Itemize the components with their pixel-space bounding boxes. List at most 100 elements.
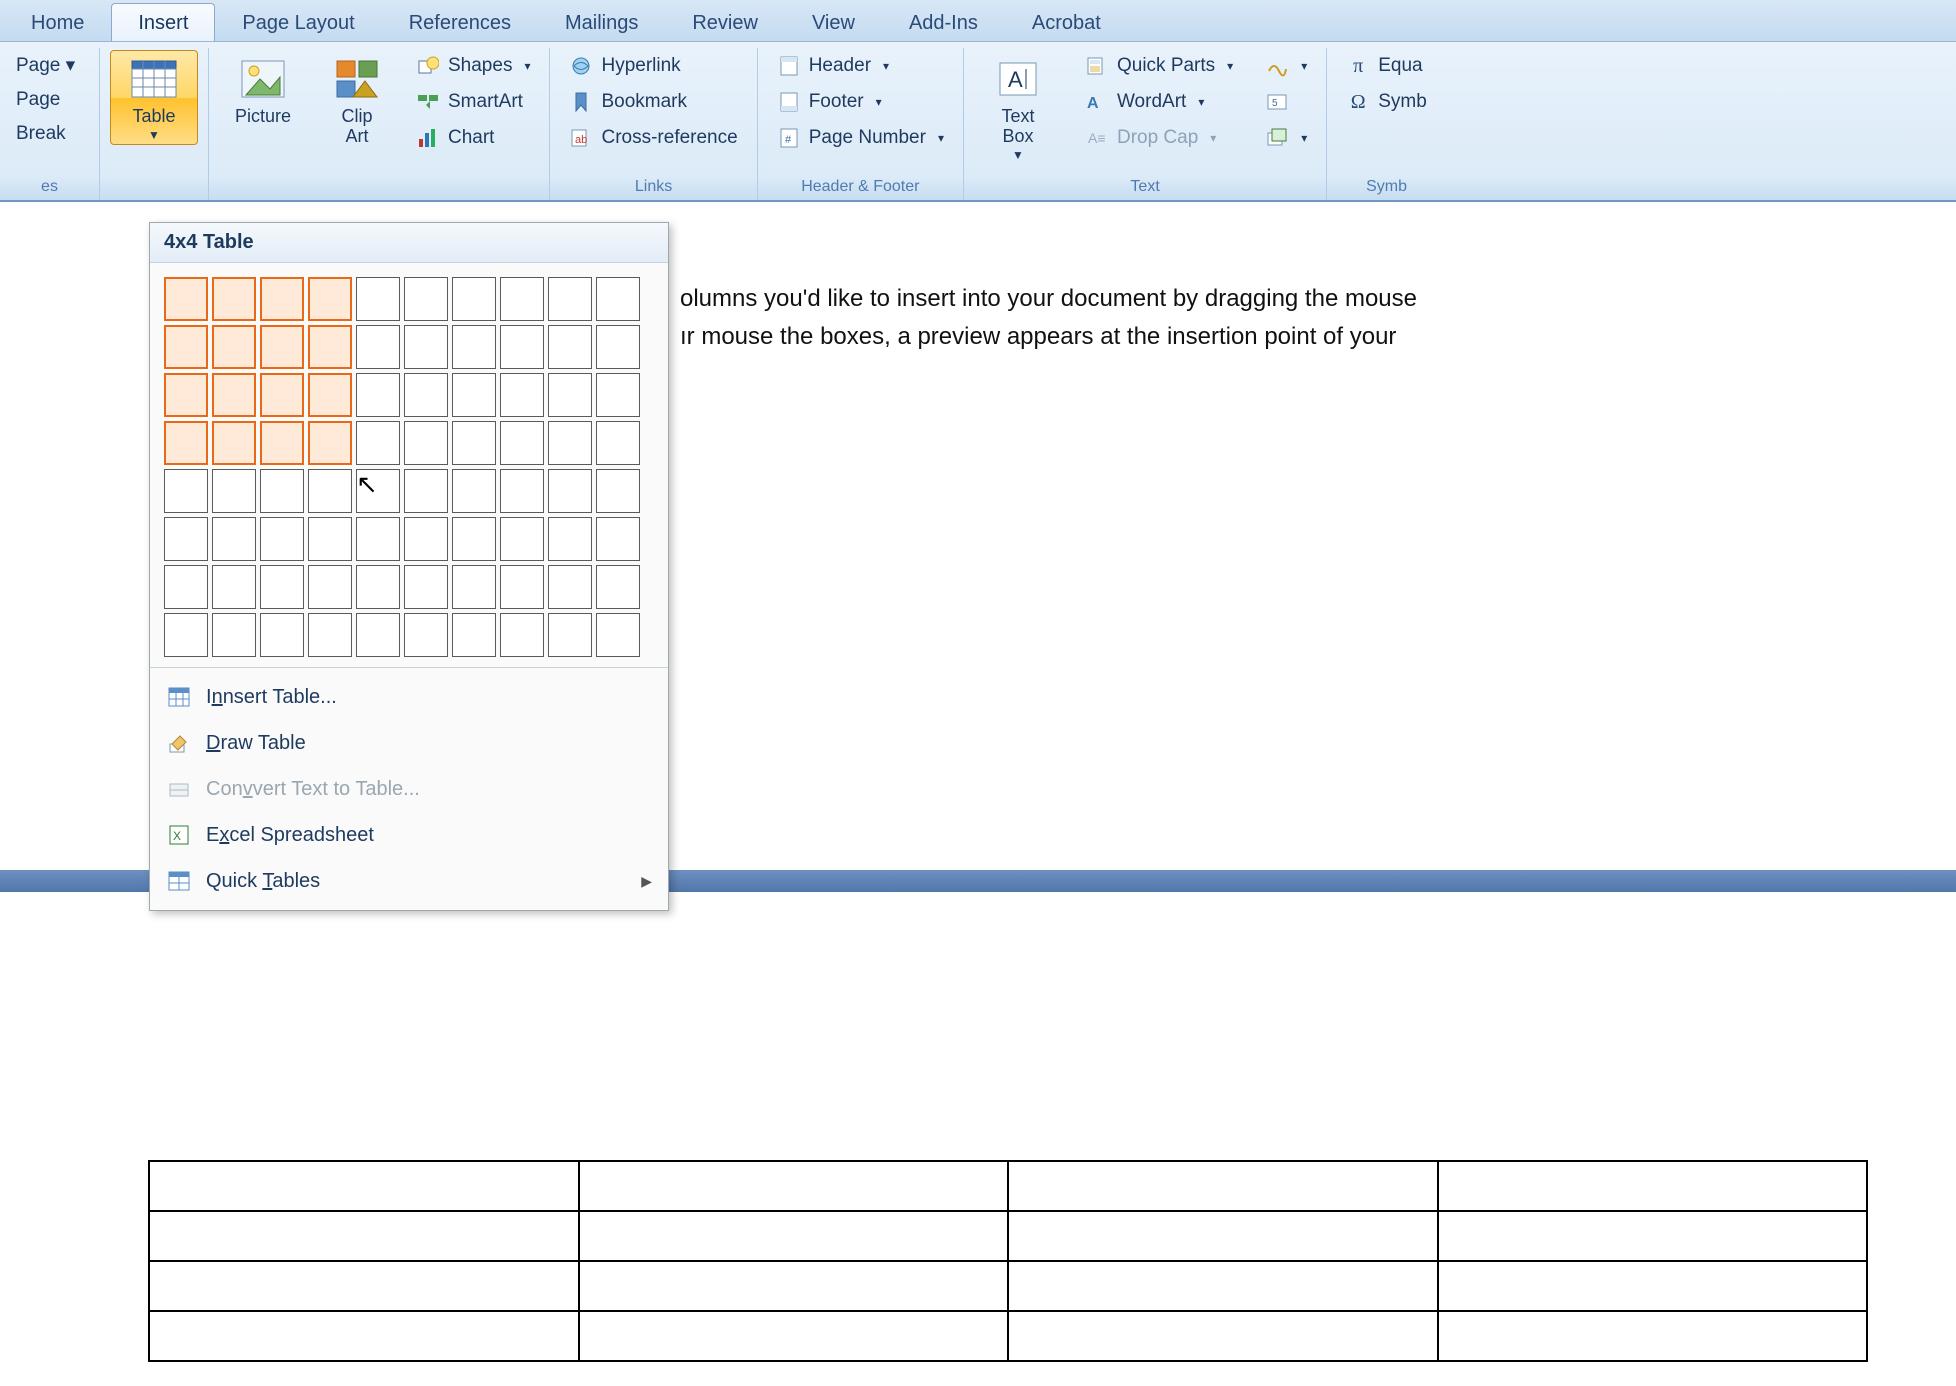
grid-cell[interactable] [596, 277, 640, 321]
grid-cell[interactable] [548, 421, 592, 465]
tab-view[interactable]: View [785, 3, 882, 41]
tab-review[interactable]: Review [665, 3, 785, 41]
preview-cell[interactable] [1438, 1211, 1868, 1261]
footer-button[interactable]: Footer▾ [768, 86, 953, 118]
shapes-button[interactable]: Shapes▾ [407, 50, 539, 82]
grid-cell[interactable] [548, 613, 592, 657]
grid-cell[interactable] [308, 373, 352, 417]
grid-cell[interactable] [212, 421, 256, 465]
preview-cell[interactable] [1008, 1211, 1438, 1261]
preview-cell[interactable] [579, 1261, 1009, 1311]
grid-cell[interactable] [308, 613, 352, 657]
grid-cell[interactable] [212, 469, 256, 513]
tab-home[interactable]: Home [4, 3, 111, 41]
grid-cell[interactable] [452, 613, 496, 657]
preview-cell[interactable] [1008, 1161, 1438, 1211]
header-button[interactable]: Header▾ [768, 50, 953, 82]
grid-cell[interactable] [308, 517, 352, 561]
grid-cell[interactable] [500, 517, 544, 561]
preview-cell[interactable] [1438, 1261, 1868, 1311]
grid-cell[interactable] [356, 373, 400, 417]
grid-cell[interactable] [308, 277, 352, 321]
preview-cell[interactable] [1438, 1161, 1868, 1211]
grid-cell[interactable] [500, 565, 544, 609]
grid-cell[interactable] [260, 373, 304, 417]
grid-cell[interactable] [356, 517, 400, 561]
wordart-button[interactable]: A WordArt▾ [1076, 86, 1242, 118]
grid-cell[interactable] [596, 469, 640, 513]
grid-cell[interactable] [260, 277, 304, 321]
preview-cell[interactable] [1008, 1311, 1438, 1361]
grid-cell[interactable] [308, 421, 352, 465]
grid-cell[interactable] [212, 565, 256, 609]
excel-spreadsheet-menu-item[interactable]: X Excel Spreadsheet [150, 812, 668, 858]
grid-cell[interactable] [356, 277, 400, 321]
insert-table-menu-item[interactable]: Innsert Table... [150, 674, 668, 720]
grid-cell[interactable] [356, 613, 400, 657]
crossref-button[interactable]: ab Cross-reference [560, 122, 746, 154]
grid-cell[interactable] [548, 517, 592, 561]
grid-cell[interactable] [356, 469, 400, 513]
grid-cell[interactable] [164, 613, 208, 657]
hyperlink-button[interactable]: Hyperlink [560, 50, 746, 82]
textbox-button[interactable]: A Text Box▼ [974, 50, 1062, 165]
grid-cell[interactable] [500, 277, 544, 321]
table-button[interactable]: Table ▼ [110, 50, 198, 145]
preview-cell[interactable] [1008, 1261, 1438, 1311]
grid-cell[interactable] [596, 421, 640, 465]
document-preview-table[interactable] [148, 1160, 1868, 1362]
tab-page-layout[interactable]: Page Layout [215, 3, 381, 41]
grid-cell[interactable] [596, 373, 640, 417]
page-break-button[interactable]: Break [10, 119, 89, 149]
grid-cell[interactable] [356, 565, 400, 609]
grid-cell[interactable] [452, 565, 496, 609]
preview-cell[interactable] [149, 1161, 579, 1211]
quickparts-button[interactable]: Quick Parts▾ [1076, 50, 1242, 82]
grid-cell[interactable] [212, 277, 256, 321]
preview-cell[interactable] [1438, 1311, 1868, 1361]
picture-button[interactable]: Picture [219, 50, 307, 130]
preview-cell[interactable] [579, 1161, 1009, 1211]
grid-cell[interactable] [596, 325, 640, 369]
grid-cell[interactable] [164, 517, 208, 561]
grid-cell[interactable] [308, 469, 352, 513]
grid-cell[interactable] [548, 325, 592, 369]
grid-cell[interactable] [356, 421, 400, 465]
preview-cell[interactable] [149, 1311, 579, 1361]
tab-acrobat[interactable]: Acrobat [1005, 3, 1128, 41]
chart-button[interactable]: Chart [407, 122, 539, 154]
bookmark-button[interactable]: Bookmark [560, 86, 746, 118]
grid-cell[interactable] [164, 469, 208, 513]
grid-cell[interactable] [452, 325, 496, 369]
grid-cell[interactable] [596, 517, 640, 561]
grid-cell[interactable] [260, 517, 304, 561]
grid-cell[interactable] [548, 565, 592, 609]
grid-cell[interactable] [452, 277, 496, 321]
grid-cell[interactable] [404, 373, 448, 417]
tab-addins[interactable]: Add-Ins [882, 3, 1005, 41]
grid-cell[interactable] [500, 613, 544, 657]
grid-cell[interactable] [404, 277, 448, 321]
grid-cell[interactable] [404, 469, 448, 513]
grid-cell[interactable] [548, 277, 592, 321]
preview-cell[interactable] [149, 1211, 579, 1261]
date-time-button[interactable]: 5 [1256, 86, 1316, 118]
tab-insert[interactable]: Insert [111, 3, 215, 41]
grid-cell[interactable] [404, 517, 448, 561]
grid-cell[interactable] [164, 373, 208, 417]
equation-button[interactable]: π Equa [1337, 50, 1436, 82]
grid-cell[interactable] [596, 613, 640, 657]
symbol-button[interactable]: Ω Symb [1337, 86, 1436, 118]
grid-cell[interactable] [308, 565, 352, 609]
preview-cell[interactable] [149, 1261, 579, 1311]
grid-cell[interactable] [500, 373, 544, 417]
grid-cell[interactable] [500, 421, 544, 465]
grid-cell[interactable] [452, 421, 496, 465]
cover-page-button[interactable]: Page ▾ [10, 50, 89, 81]
page-number-button[interactable]: # Page Number▾ [768, 122, 953, 154]
draw-table-menu-item[interactable]: Draw Table [150, 720, 668, 766]
grid-cell[interactable] [452, 517, 496, 561]
grid-cell[interactable] [164, 565, 208, 609]
tab-references[interactable]: References [382, 3, 538, 41]
grid-cell[interactable] [260, 469, 304, 513]
